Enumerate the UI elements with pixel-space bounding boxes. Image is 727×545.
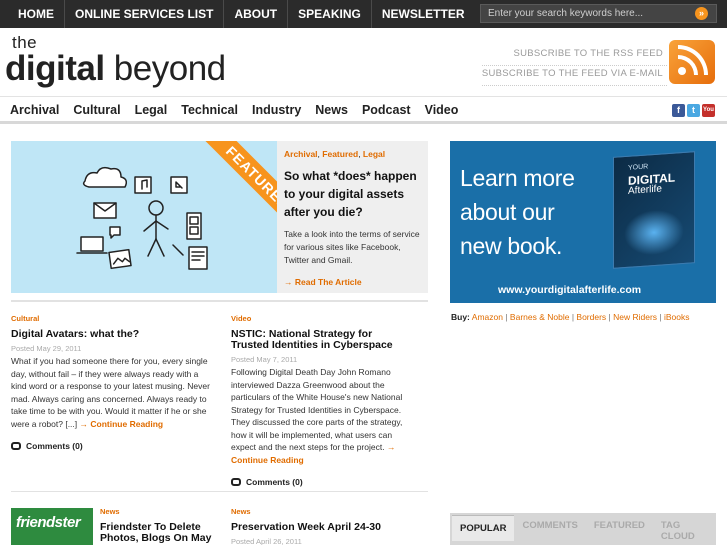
logo-digital: digital	[5, 49, 105, 88]
post-card: Video NSTIC: National Strategy for Trust…	[231, 314, 407, 487]
post-excerpt-text: Following Digital Death Day John Romano …	[231, 367, 403, 452]
featured-image[interactable]: FEATURED	[11, 141, 277, 293]
buy-amazon-link[interactable]: Amazon	[472, 312, 503, 322]
buy-ibooks-link[interactable]: iBooks	[664, 312, 690, 322]
continue-reading-link[interactable]: → Continue Reading	[80, 419, 164, 429]
comment-bubble-icon	[231, 478, 241, 486]
post-category[interactable]: Video	[231, 314, 407, 323]
divider	[11, 491, 428, 492]
subscribe-email-link[interactable]: SUBSCRIBE TO THE FEED VIA E-MAIL	[481, 66, 667, 86]
post-date: Posted April 26, 2011	[231, 537, 302, 545]
search-submit-icon[interactable]: »	[695, 7, 708, 20]
post-title[interactable]: Friendster To Delete Photos, Blogs On Ma…	[100, 522, 212, 545]
nav-about[interactable]: ABOUT	[224, 0, 287, 28]
buy-new-riders-link[interactable]: New Riders	[613, 312, 657, 322]
featured-title[interactable]: So what *does* happen to your digital as…	[284, 167, 421, 221]
nav-speaking[interactable]: SPEAKING	[288, 0, 371, 28]
featured-cat-legal[interactable]: Legal	[363, 149, 385, 159]
cat-podcast[interactable]: Podcast	[355, 97, 418, 123]
ad-url: www.yourdigitalafterlife.com	[498, 284, 642, 296]
post-date: Posted May 29, 2011	[11, 344, 82, 353]
friendster-logo-text: friendster	[16, 514, 81, 531]
nav-home[interactable]: HOME	[8, 0, 64, 28]
tab-popular[interactable]: POPULAR	[452, 515, 515, 541]
logo-beyond: beyond	[113, 49, 226, 88]
youtube-icon[interactable]: You	[702, 104, 715, 117]
ad-line: new book.	[460, 233, 563, 259]
facebook-icon[interactable]: f	[672, 104, 685, 117]
cat-archival[interactable]: Archival	[3, 97, 66, 123]
comments-link[interactable]: Comments (0)	[11, 441, 211, 451]
subscribe-rss-link[interactable]: SUBSCRIBE TO THE RSS FEED	[481, 46, 667, 66]
buy-barnes-noble-link[interactable]: Barnes & Noble	[510, 312, 570, 322]
top-bar: HOME ONLINE SERVICES LIST ABOUT SPEAKING…	[0, 0, 727, 28]
cat-technical[interactable]: Technical	[174, 97, 245, 123]
nav-newsletter[interactable]: NEWSLETTER	[372, 0, 475, 28]
post-category[interactable]: Cultural	[11, 314, 211, 323]
cat-legal[interactable]: Legal	[128, 97, 175, 123]
post-excerpt: What if you had someone there for you, e…	[11, 355, 211, 430]
rss-dot	[678, 67, 686, 75]
tab-featured[interactable]: FEATURED	[586, 513, 653, 539]
featured-cat-archival[interactable]: Archival	[284, 149, 318, 159]
book-cover-text: Afterlife	[628, 183, 662, 197]
ad-headline: Learn more about our new book.	[460, 161, 575, 263]
buy-links: Buy: Amazon | Barnes & Noble | Borders |…	[451, 312, 690, 322]
comments-link[interactable]: Comments (0)	[231, 477, 407, 487]
comment-bubble-icon	[11, 442, 21, 450]
post-title[interactable]: Preservation Week April 24-30	[231, 522, 411, 533]
featured-summary: Archival, Featured, Legal So what *does*…	[277, 141, 428, 293]
buy-borders-link[interactable]: Borders	[576, 312, 606, 322]
featured-cat-featured[interactable]: Featured	[322, 149, 358, 159]
book-cover: YOUR DIGITAL Afterlife	[613, 151, 695, 269]
buy-label: Buy:	[451, 312, 470, 322]
book-cover-text: YOUR	[628, 163, 649, 172]
post-category[interactable]: News	[100, 507, 212, 516]
sidebar-tabs: POPULAR COMMENTS FEATURED TAG CLOUD	[450, 513, 716, 545]
ad-line: Learn more	[460, 165, 575, 191]
post-card: News Preservation Week April 24-30 Poste…	[231, 507, 411, 545]
twitter-icon[interactable]: t	[687, 104, 700, 117]
post-title[interactable]: NSTIC: National Strategy for Trusted Ide…	[231, 329, 407, 351]
comments-count: Comments (0)	[246, 477, 303, 487]
post-card: Cultural Digital Avatars: what the? Post…	[11, 314, 211, 451]
featured-categories: Archival, Featured, Legal	[284, 149, 421, 159]
read-article-link[interactable]: → Read The Article	[284, 277, 421, 287]
cat-video[interactable]: Video	[418, 97, 466, 123]
post-excerpt: Following Digital Death Day John Romano …	[231, 366, 407, 466]
comments-count: Comments (0)	[26, 441, 83, 451]
cat-cultural[interactable]: Cultural	[66, 97, 127, 123]
search-input[interactable]	[481, 5, 686, 22]
social-links: f t You	[672, 104, 715, 117]
subscribe-links: SUBSCRIBE TO THE RSS FEED SUBSCRIBE TO T…	[481, 46, 667, 86]
search-box: »	[480, 4, 717, 23]
post-category[interactable]: News	[231, 507, 411, 516]
book-glow	[624, 207, 684, 258]
post-date: Posted May 7, 2011	[231, 355, 298, 364]
ad-line: about our	[460, 199, 555, 225]
tab-tag-cloud[interactable]: TAG CLOUD	[653, 513, 716, 542]
post-thumbnail[interactable]: friendster	[11, 508, 93, 545]
cat-news[interactable]: News	[308, 97, 355, 123]
cat-industry[interactable]: Industry	[245, 97, 308, 123]
divider	[11, 300, 428, 302]
tab-comments[interactable]: COMMENTS	[514, 513, 585, 539]
post-title[interactable]: Digital Avatars: what the?	[11, 329, 211, 340]
nav-online-services-list[interactable]: ONLINE SERVICES LIST	[65, 0, 223, 28]
post-card: News Friendster To Delete Photos, Blogs …	[100, 507, 212, 545]
featured-description: Take a look into the terms of service fo…	[284, 229, 420, 265]
top-nav: HOME ONLINE SERVICES LIST ABOUT SPEAKING…	[8, 0, 475, 28]
rss-icon[interactable]	[669, 40, 715, 84]
site-logo[interactable]: digital beyond	[5, 49, 226, 89]
category-items: Archival Cultural Legal Technical Indust…	[3, 97, 465, 123]
book-ad-banner[interactable]: Learn more about our new book. YOUR DIGI…	[450, 141, 716, 303]
category-nav: Archival Cultural Legal Technical Indust…	[0, 96, 727, 124]
